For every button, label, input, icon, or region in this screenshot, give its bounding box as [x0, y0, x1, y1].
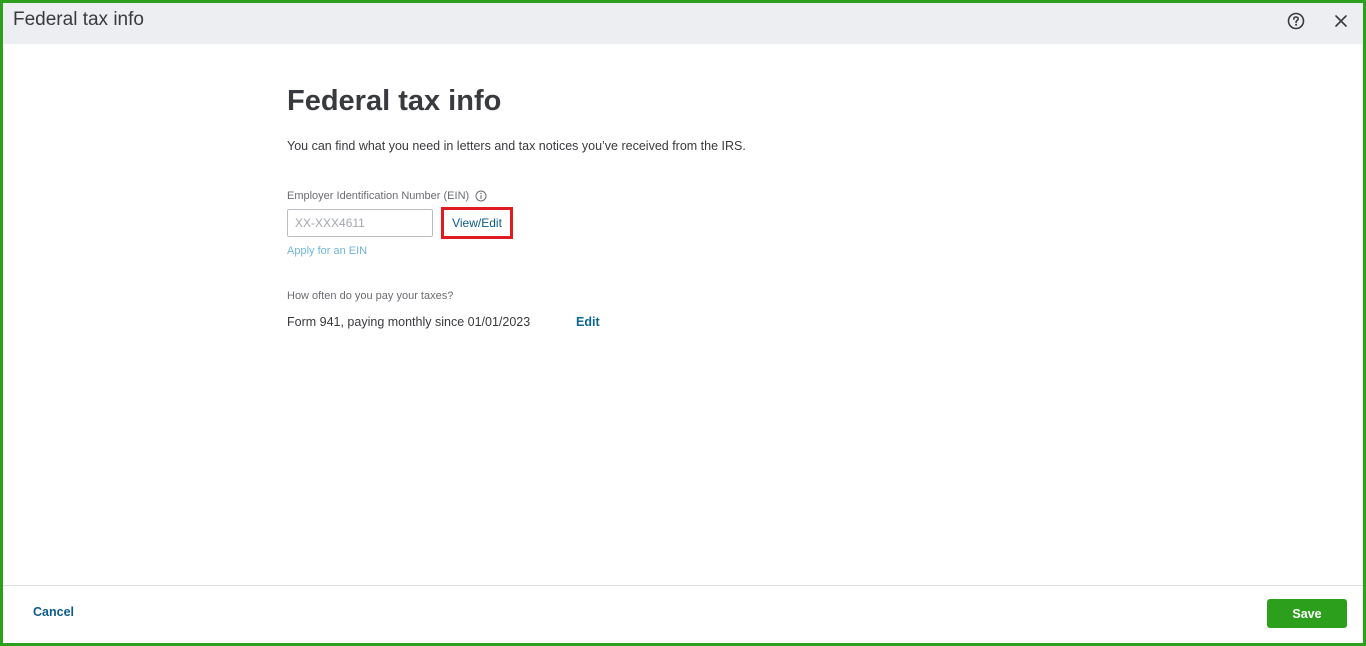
tax-frequency-edit-link[interactable]: Edit [576, 315, 600, 329]
view-edit-label: View/Edit [452, 216, 502, 230]
tax-frequency-value: Form 941, paying monthly since 01/01/202… [287, 315, 531, 329]
close-icon[interactable] [1333, 13, 1349, 29]
help-circle-icon[interactable] [1287, 12, 1305, 30]
cancel-button[interactable]: Cancel [33, 605, 74, 619]
dialog-frame: Federal tax info Federal tax info You ca… [0, 0, 1366, 646]
view-edit-button[interactable]: View/Edit [441, 207, 513, 239]
ein-label-row: Employer Identification Number (EIN) [287, 190, 487, 202]
dialog-footer: Cancel Save [3, 585, 1363, 643]
ein-label: Employer Identification Number (EIN) [287, 190, 470, 202]
window-title: Federal tax info [13, 9, 144, 30]
save-button[interactable]: Save [1267, 599, 1347, 628]
ein-input[interactable] [287, 209, 433, 237]
main-content: Federal tax info You can find what you n… [287, 83, 987, 329]
titlebar: Federal tax info [3, 3, 1363, 44]
page-description: You can find what you need in letters an… [287, 139, 746, 153]
page-title: Federal tax info [287, 85, 502, 117]
tax-frequency-label: How often do you pay your taxes? [287, 290, 454, 302]
apply-ein-link[interactable]: Apply for an EIN [287, 245, 367, 257]
info-icon[interactable] [475, 190, 487, 202]
